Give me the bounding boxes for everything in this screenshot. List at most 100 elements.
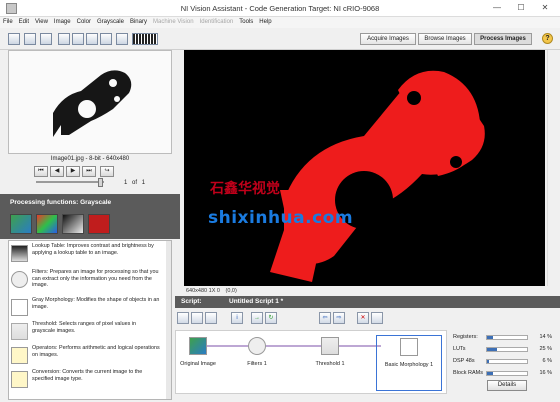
tab-acquire-images[interactable]: Acquire Images — [360, 33, 416, 45]
image-size-status: 640x480 1X 0 — [186, 288, 220, 294]
first-image-button[interactable]: ⏮ — [34, 166, 48, 177]
main-image-display[interactable] — [184, 50, 545, 286]
info-icon[interactable]: i — [231, 312, 243, 324]
save-icon[interactable] — [24, 33, 36, 45]
menu-identification: Identification — [199, 19, 234, 25]
details-button[interactable]: Details — [487, 380, 527, 391]
prev-image-button[interactable]: ◀ — [50, 166, 64, 177]
menu-help[interactable]: Help — [256, 17, 274, 28]
run-once-icon[interactable]: → — [251, 312, 263, 324]
resource-value: 14 % — [539, 334, 552, 340]
script-step[interactable]: Filters 1 — [240, 337, 274, 367]
tab-image-icon[interactable] — [10, 214, 32, 234]
image-slider-thumb[interactable] — [98, 178, 103, 187]
menu-bar: File Edit View Image Color Grayscale Binary Mac… — [0, 17, 560, 28]
menu-machine-vision: Machine Vision — [152, 19, 194, 25]
resource-label: LUTs — [453, 346, 466, 352]
image-thumbnail[interactable] — [8, 50, 172, 154]
function-desc: Prepares an image for processing so that… — [32, 269, 159, 289]
watermark-url: shixinhua.com — [208, 208, 354, 228]
image-info: Image01.jpg - 8-bit - 640x480 — [50, 156, 130, 162]
resource-bar — [486, 359, 528, 364]
resource-bar — [486, 371, 528, 376]
list-item[interactable]: Threshold: Selects ranges of pixel value… — [9, 321, 161, 345]
delete-step-icon[interactable]: ✕ — [357, 312, 369, 324]
open-icon[interactable] — [8, 33, 20, 45]
list-item[interactable]: Gray Morphology: Modifies the shape of o… — [9, 297, 161, 321]
part-thumbnail-image — [9, 51, 171, 153]
menu-view[interactable]: View — [32, 17, 51, 28]
script-area: Original Image Filters 1 Threshold 1 Bas… — [175, 330, 447, 394]
menu-image[interactable]: Image — [51, 17, 74, 28]
original-image-icon — [189, 337, 207, 355]
script-header: Script: Untitled Script 1 * — [175, 296, 560, 308]
zoom-fit-icon[interactable] — [86, 33, 98, 45]
open-script-icon[interactable] — [191, 312, 203, 324]
script-step-selected[interactable]: Basic Morphology 1 — [376, 335, 442, 391]
operators-icon — [11, 347, 28, 364]
gray-morphology-icon — [11, 299, 28, 316]
tab-binary-icon[interactable] — [88, 214, 110, 234]
function-name: Gray Morphology: — [32, 297, 75, 303]
step-label: Threshold 1 — [315, 361, 345, 367]
move-left-icon[interactable]: ⇦ — [319, 312, 331, 324]
menu-edit[interactable]: Edit — [16, 17, 32, 28]
script-step[interactable]: Original Image — [178, 337, 218, 367]
list-item[interactable]: Operators: Performs arithmetic and logic… — [9, 345, 161, 369]
help-icon[interactable]: ? — [542, 33, 553, 44]
filters-icon — [11, 271, 28, 288]
print-icon[interactable] — [40, 33, 52, 45]
list-item[interactable]: Filters: Prepares an image for processin… — [9, 269, 161, 299]
lookup-table-icon — [11, 245, 28, 262]
resource-bar — [486, 335, 528, 340]
image-horizontal-scrollbar[interactable] — [184, 286, 545, 292]
image-vertical-scrollbar[interactable] — [547, 50, 555, 286]
move-right-icon[interactable]: ⇨ — [333, 312, 345, 324]
barcode-icon[interactable] — [132, 33, 158, 45]
resource-value: 16 % — [539, 370, 552, 376]
function-list-scrollbar[interactable] — [166, 241, 171, 399]
menu-file[interactable]: File — [0, 17, 16, 28]
menu-color[interactable]: Color — [74, 17, 94, 28]
resource-value: 6 % — [542, 358, 552, 364]
last-image-button[interactable]: ⏭ — [82, 166, 96, 177]
menu-grayscale[interactable]: Grayscale — [94, 17, 127, 28]
step-label: Filters 1 — [247, 361, 267, 367]
zoom-1to1-icon[interactable] — [100, 33, 112, 45]
close-button[interactable]: ✕ — [534, 0, 556, 16]
window-title: NI Vision Assistant - Code Generation Ta… — [180, 4, 380, 13]
function-name: Conversion: — [32, 369, 61, 375]
resource-label: Block RAMs — [453, 370, 483, 376]
edit-step-icon[interactable] — [371, 312, 383, 324]
script-step[interactable]: Threshold 1 — [310, 337, 350, 367]
tab-browse-images[interactable]: Browse Images — [418, 33, 472, 45]
image-slider-track[interactable] — [36, 181, 104, 183]
minimize-button[interactable]: — — [486, 0, 508, 16]
maximize-button[interactable]: ☐ — [510, 0, 532, 16]
threshold-icon — [11, 323, 28, 340]
menu-binary[interactable]: Binary — [127, 17, 150, 28]
function-name: Lookup Table: — [32, 243, 66, 249]
list-item[interactable]: Conversion: Converts the current image t… — [9, 369, 161, 393]
page-current: 1 — [124, 180, 128, 186]
page-counter: 1 of 1 — [124, 180, 145, 186]
menu-tools[interactable]: Tools — [236, 17, 256, 28]
conversion-icon — [11, 371, 28, 388]
zoom-out-icon[interactable] — [72, 33, 84, 45]
tab-process-images[interactable]: Process Images — [474, 33, 532, 45]
morphology-step-icon — [400, 338, 418, 356]
loop-button[interactable]: ↪ — [100, 166, 114, 177]
tab-grayscale-icon[interactable] — [62, 214, 84, 234]
cursor-coords: (0,0) — [225, 288, 237, 294]
save-script-icon[interactable] — [205, 312, 217, 324]
main-toolbar: Acquire Images Browse Images Process Ima… — [0, 28, 560, 50]
tab-color-icon[interactable] — [36, 214, 58, 234]
list-item[interactable]: Lookup Table: Improves contrast and brig… — [9, 243, 161, 269]
function-list: Lookup Table: Improves contrast and brig… — [8, 240, 172, 400]
new-script-icon[interactable] — [177, 312, 189, 324]
zoom-in-icon[interactable] — [58, 33, 70, 45]
step-label: Original Image — [180, 361, 216, 367]
next-image-button[interactable]: ▶ — [66, 166, 80, 177]
run-continuous-icon[interactable]: ↻ — [265, 312, 277, 324]
snapshot-icon[interactable] — [116, 33, 128, 45]
